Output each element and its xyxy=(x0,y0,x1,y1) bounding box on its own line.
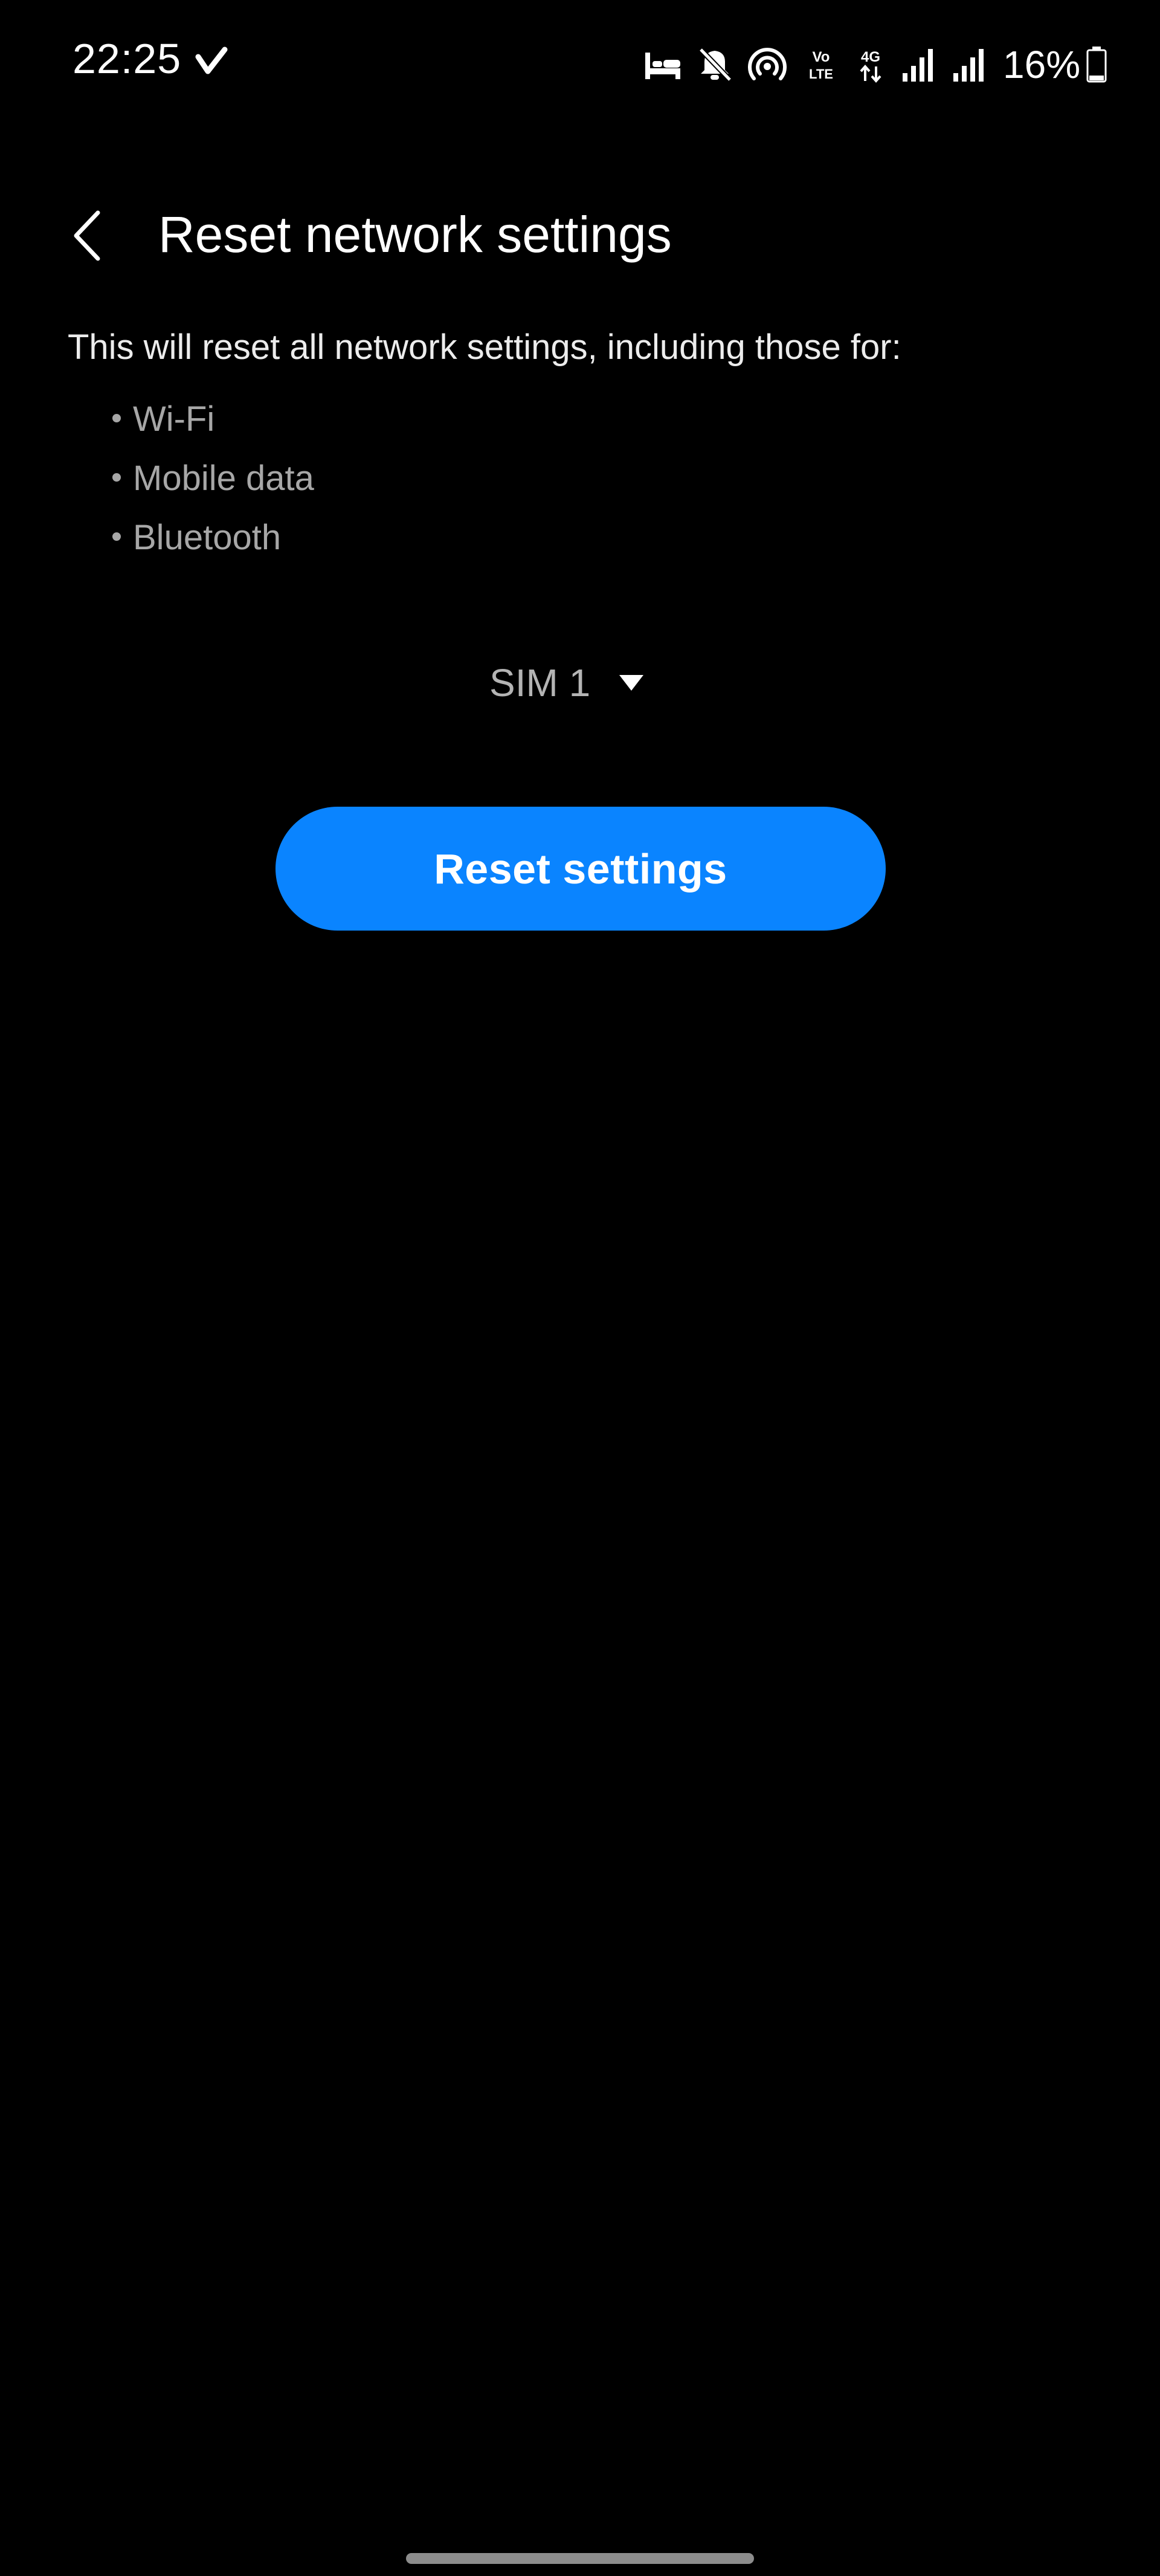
status-icons: Vo LTE 4G 16% xyxy=(644,44,1107,86)
gesture-navigation-bar[interactable] xyxy=(406,2553,754,2564)
header: Reset network settings xyxy=(0,181,1160,284)
4g-data-icon: 4G xyxy=(860,49,881,83)
svg-text:LTE: LTE xyxy=(809,66,833,82)
back-button[interactable] xyxy=(60,205,115,266)
reset-settings-button[interactable]: Reset settings xyxy=(276,807,886,931)
status-bar: 22:25 Vo LTE 4G 16% xyxy=(0,0,1160,133)
sleep-mode-icon xyxy=(645,53,680,79)
volte-icon: Vo LTE xyxy=(809,49,833,82)
svg-text:4G: 4G xyxy=(861,49,880,65)
battery-percent: 16% xyxy=(1003,43,1081,86)
list-item: Mobile data xyxy=(112,449,314,508)
bullet-dot xyxy=(112,473,121,482)
mute-icon xyxy=(698,47,732,82)
list-item-label: Wi-Fi xyxy=(133,399,215,439)
list-item-label: Bluetooth xyxy=(133,518,282,557)
sim-selected-value: SIM 1 xyxy=(489,661,591,705)
network-items-list: Wi-Fi Mobile data Bluetooth xyxy=(112,390,314,567)
list-item-label: Mobile data xyxy=(133,459,314,498)
hotspot-icon xyxy=(748,48,787,80)
status-time: 22:25 xyxy=(72,35,182,82)
signal-sim2-icon xyxy=(953,49,984,82)
bullet-dot xyxy=(112,532,121,541)
bullet-dot xyxy=(112,413,121,422)
sim-dropdown[interactable]: SIM 1 xyxy=(489,656,645,710)
check-icon xyxy=(195,47,228,74)
page-title: Reset network settings xyxy=(158,206,672,263)
svg-text:Vo: Vo xyxy=(813,49,830,65)
description-text: This will reset all network settings, in… xyxy=(68,328,901,367)
caret-down-icon xyxy=(619,675,644,691)
list-item: Bluetooth xyxy=(112,508,314,567)
chevron-left-icon xyxy=(74,210,100,261)
signal-sim1-icon xyxy=(903,49,933,82)
list-item: Wi-Fi xyxy=(112,390,314,449)
battery-icon xyxy=(1086,47,1107,83)
